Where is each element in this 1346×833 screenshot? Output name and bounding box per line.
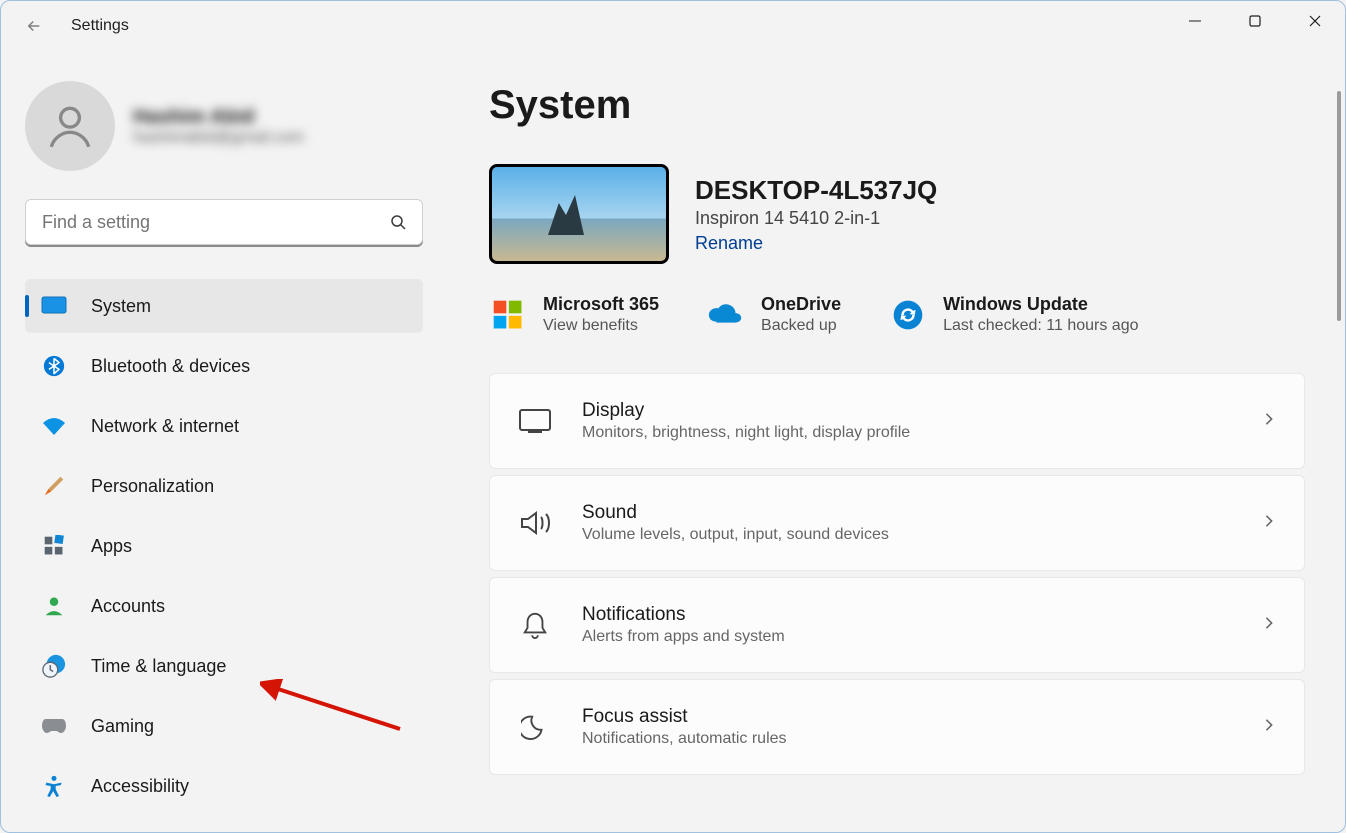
status-sub: Last checked: 11 hours ago: [943, 317, 1138, 335]
moon-icon: [518, 710, 552, 744]
nav-label: Accounts: [91, 596, 165, 617]
main-content: System DESKTOP-4L537JQ Inspiron 14 5410 …: [441, 51, 1345, 832]
scrollbar[interactable]: [1337, 91, 1341, 321]
card-sub: Volume levels, output, input, sound devi…: [582, 526, 1262, 544]
wifi-icon: [41, 413, 67, 439]
sidebar: Hashim Abid hashimabid@gmail.com System: [1, 51, 441, 832]
sound-icon: [518, 506, 552, 540]
rename-link[interactable]: Rename: [695, 233, 937, 254]
card-title: Focus assist: [582, 706, 1262, 728]
card-title: Display: [582, 400, 1262, 422]
card-display[interactable]: Display Monitors, brightness, night ligh…: [489, 373, 1305, 469]
card-sub: Notifications, automatic rules: [582, 730, 1262, 748]
avatar: [25, 81, 115, 171]
device-name: DESKTOP-4L537JQ: [695, 175, 937, 206]
nav-label: Bluetooth & devices: [91, 356, 250, 377]
update-icon: [889, 296, 927, 334]
nav-item-gaming[interactable]: Gaming: [25, 699, 423, 753]
nav-item-accessibility[interactable]: Accessibility: [25, 759, 423, 813]
nav-item-system[interactable]: System: [25, 279, 423, 333]
accounts-icon: [41, 593, 67, 619]
profile-block[interactable]: Hashim Abid hashimabid@gmail.com: [25, 81, 423, 171]
chevron-right-icon: [1262, 514, 1276, 533]
brush-icon: [41, 473, 67, 499]
close-button[interactable]: [1285, 1, 1345, 41]
bell-icon: [518, 608, 552, 642]
status-sub: View benefits: [543, 317, 659, 335]
nav-item-time-language[interactable]: Time & language: [25, 639, 423, 693]
nav-label: Apps: [91, 536, 132, 557]
nav-item-personalization[interactable]: Personalization: [25, 459, 423, 513]
accessibility-icon: [41, 773, 67, 799]
status-sub: Backed up: [761, 317, 841, 335]
device-thumbnail: [489, 164, 669, 264]
status-row: Microsoft 365 View benefits OneDrive Bac…: [489, 294, 1305, 335]
search-box[interactable]: [25, 199, 423, 245]
card-notifications[interactable]: Notifications Alerts from apps and syste…: [489, 577, 1305, 673]
minimize-button[interactable]: [1165, 1, 1225, 41]
search-input[interactable]: [42, 212, 390, 233]
apps-icon: [41, 533, 67, 559]
search-icon: [390, 214, 406, 230]
nav-item-bluetooth[interactable]: Bluetooth & devices: [25, 339, 423, 393]
status-microsoft365[interactable]: Microsoft 365 View benefits: [489, 294, 659, 335]
titlebar: Settings: [1, 1, 1345, 51]
bluetooth-icon: [41, 353, 67, 379]
status-windows-update[interactable]: Windows Update Last checked: 11 hours ag…: [889, 294, 1138, 335]
microsoft-logo-icon: [489, 296, 527, 334]
nav-label: Personalization: [91, 476, 214, 497]
card-sub: Alerts from apps and system: [582, 628, 1262, 646]
profile-name: Hashim Abid: [133, 106, 304, 129]
status-title: Microsoft 365: [543, 294, 659, 315]
nav-item-apps[interactable]: Apps: [25, 519, 423, 573]
display-icon: [518, 404, 552, 438]
maximize-button[interactable]: [1225, 1, 1285, 41]
window-title: Settings: [71, 17, 129, 35]
back-button[interactable]: [25, 17, 43, 35]
card-focus-assist[interactable]: Focus assist Notifications, automatic ru…: [489, 679, 1305, 775]
page-title: System: [489, 83, 1305, 128]
chevron-right-icon: [1262, 718, 1276, 737]
gamepad-icon: [41, 713, 67, 739]
chevron-right-icon: [1262, 616, 1276, 635]
nav-label: Network & internet: [91, 416, 239, 437]
window-controls: [1165, 1, 1345, 41]
nav-label: Time & language: [91, 656, 226, 677]
card-title: Notifications: [582, 604, 1262, 626]
status-title: Windows Update: [943, 294, 1138, 315]
status-onedrive[interactable]: OneDrive Backed up: [707, 294, 841, 335]
nav-label: Accessibility: [91, 776, 189, 797]
nav-list: System Bluetooth & devices Network & int…: [25, 279, 423, 813]
chevron-right-icon: [1262, 412, 1276, 431]
nav-item-accounts[interactable]: Accounts: [25, 579, 423, 633]
card-sub: Monitors, brightness, night light, displ…: [582, 424, 1262, 442]
status-title: OneDrive: [761, 294, 841, 315]
card-title: Sound: [582, 502, 1262, 524]
nav-item-network[interactable]: Network & internet: [25, 399, 423, 453]
nav-label: Gaming: [91, 716, 154, 737]
device-model: Inspiron 14 5410 2-in-1: [695, 208, 937, 229]
profile-email: hashimabid@gmail.com: [133, 129, 304, 147]
settings-card-list: Display Monitors, brightness, night ligh…: [489, 373, 1305, 795]
onedrive-icon: [707, 296, 745, 334]
nav-label: System: [91, 296, 151, 317]
card-sound[interactable]: Sound Volume levels, output, input, soun…: [489, 475, 1305, 571]
device-block: DESKTOP-4L537JQ Inspiron 14 5410 2-in-1 …: [489, 164, 1305, 264]
clock-globe-icon: [41, 653, 67, 679]
system-icon: [41, 293, 67, 319]
